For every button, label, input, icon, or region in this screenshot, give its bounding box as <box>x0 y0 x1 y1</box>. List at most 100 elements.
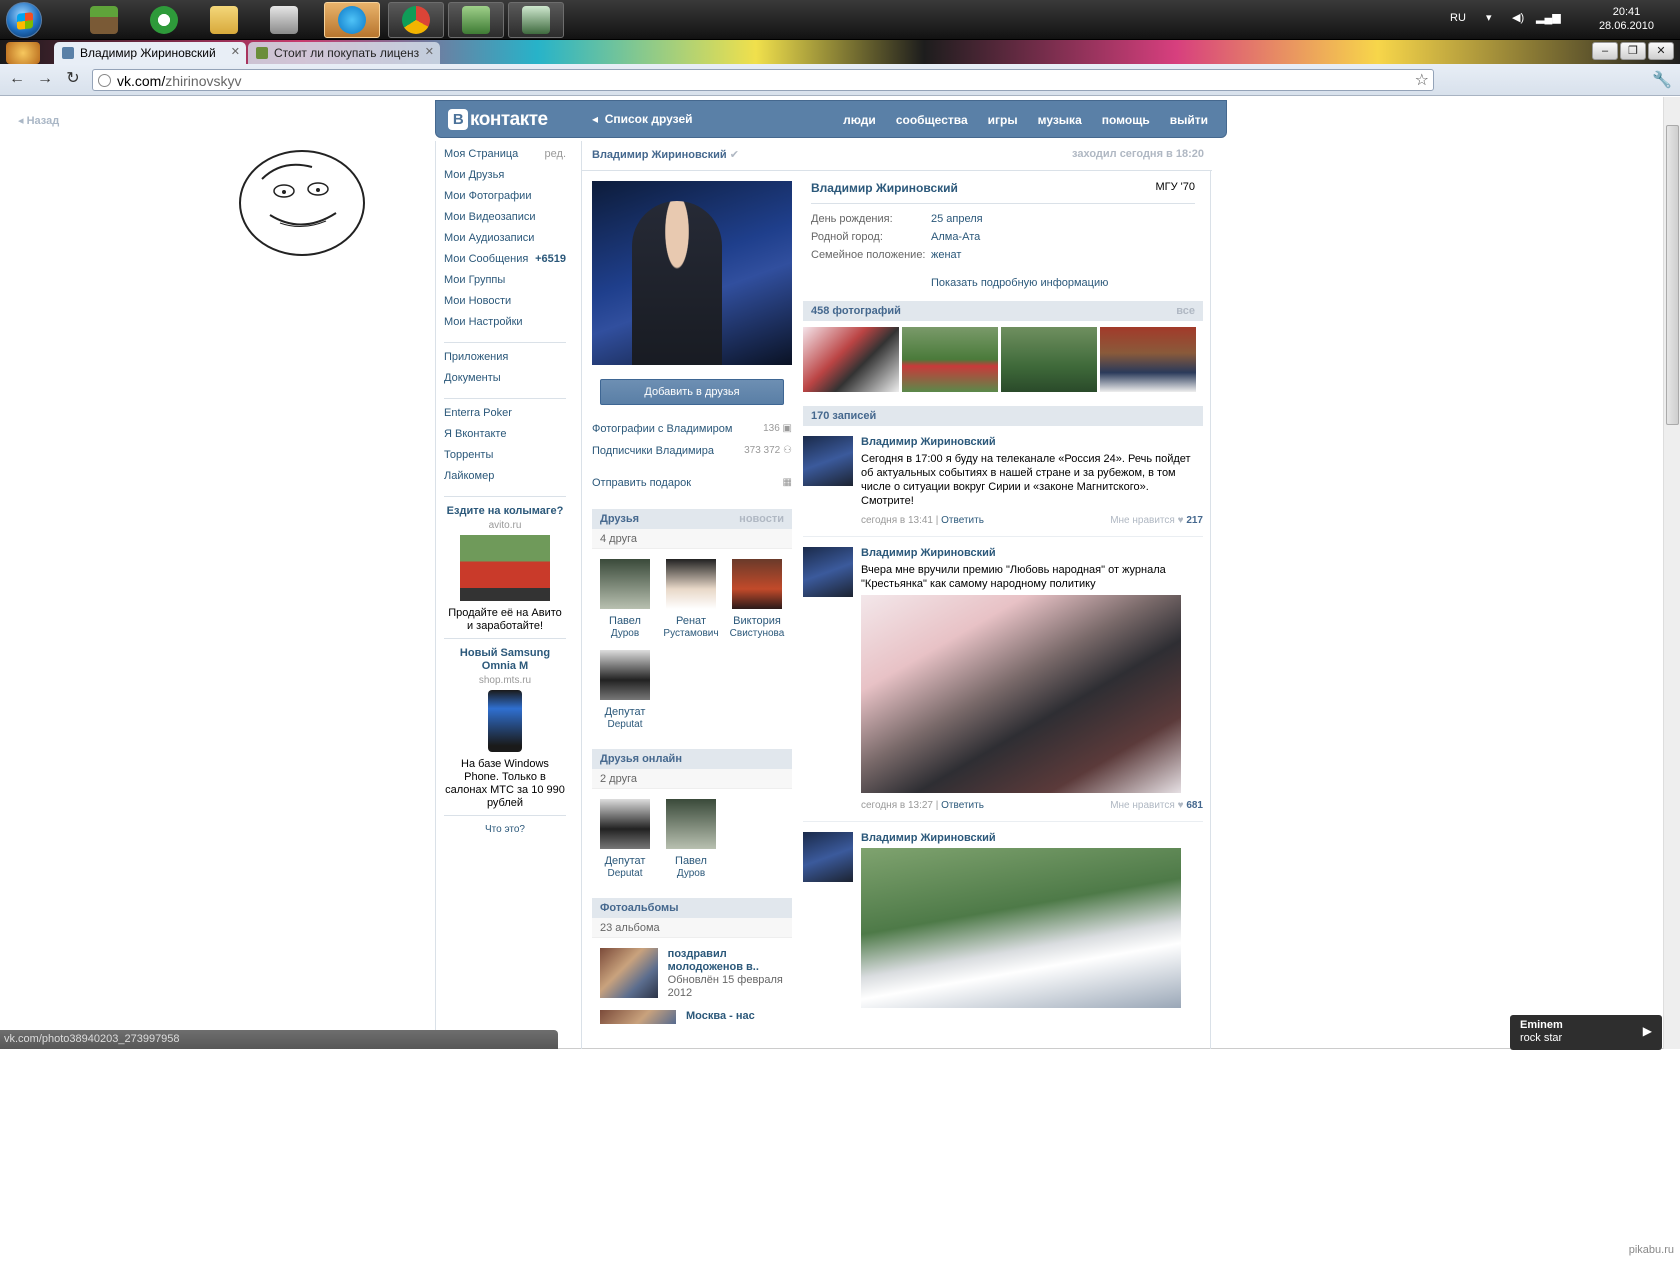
photo-thumb[interactable] <box>1100 327 1196 392</box>
page-scrollbar[interactable] <box>1663 97 1680 1049</box>
ad-mts[interactable]: Новый Samsung Omnia M shop.mts.ru На баз… <box>444 647 566 810</box>
album-item[interactable]: поздравил молодоженов в.. Обновлён 15 фев… <box>592 938 792 1010</box>
scrollbar-thumb[interactable] <box>1666 125 1679 425</box>
tray-arrow-icon[interactable]: ▾ <box>1486 11 1492 24</box>
photo-thumb[interactable] <box>1001 327 1097 392</box>
friend-name[interactable]: Ренат <box>658 615 724 628</box>
post-photo[interactable] <box>861 595 1181 793</box>
post-author[interactable]: Владимир Жириновский <box>861 832 1203 844</box>
taskbar-aimp[interactable] <box>256 2 312 38</box>
nav-help[interactable]: помощь <box>1102 113 1150 127</box>
friend-avatar[interactable] <box>666 799 716 849</box>
post-time[interactable]: сегодня в 13:41 <box>861 515 933 526</box>
reply-link[interactable]: Ответить <box>941 800 984 811</box>
taskbar-explorer[interactable] <box>196 2 252 38</box>
bookmark-star-icon[interactable]: ☆ <box>1415 70 1429 90</box>
friend-item[interactable]: Ренат Рустамович <box>658 559 724 640</box>
play-icon[interactable]: ▶ <box>1643 1025 1652 1038</box>
menu-audio[interactable]: Мои Аудиозаписи <box>444 232 566 253</box>
albums-header[interactable]: Фотоальбомы <box>592 898 792 918</box>
menu-news[interactable]: Мои Новости <box>444 295 566 316</box>
menu-ya-vkontakte[interactable]: Я Вконтакте <box>444 428 566 449</box>
post-author[interactable]: Владимир Жириновский <box>861 547 1203 559</box>
send-gift-link[interactable]: Отправить подарок ▦ <box>592 477 792 499</box>
forward-icon[interactable]: → <box>34 70 56 90</box>
friend-name[interactable]: Павел <box>592 615 658 628</box>
minimize-icon[interactable]: – <box>1592 42 1618 60</box>
taskbar-skype[interactable] <box>324 2 380 38</box>
info-value[interactable]: 25 апреля <box>931 213 983 231</box>
friend-item[interactable]: Депутат Deputat <box>592 799 658 880</box>
friend-surname[interactable]: Дуров <box>592 628 658 640</box>
like-button[interactable]: Мне нравится ♥ 217 <box>1110 515 1203 526</box>
profile-university[interactable]: МГУ '70 <box>1156 181 1196 195</box>
volume-icon[interactable]: ◀) <box>1512 11 1524 24</box>
friend-surname[interactable]: Deputat <box>592 868 658 880</box>
post-photo[interactable] <box>861 848 1181 1008</box>
tab-license[interactable]: Стоит ли покупать лиценз ✕ <box>248 42 440 64</box>
reply-link[interactable]: Ответить <box>941 515 984 526</box>
tab-vk[interactable]: Владимир Жириновский ✕ <box>54 42 246 64</box>
nav-logout[interactable]: выйти <box>1170 113 1208 127</box>
edit-link[interactable]: ред. <box>545 148 566 169</box>
vk-logo[interactable]: Вконтакте <box>448 109 548 131</box>
friend-surname[interactable]: Deputat <box>592 719 658 731</box>
friend-item[interactable]: Павел Дуров <box>592 559 658 640</box>
friend-surname[interactable]: Свистунова <box>724 628 790 640</box>
friend-surname[interactable]: Рустамович <box>658 628 724 640</box>
friends-news-link[interactable]: новости <box>739 513 784 525</box>
friends-header[interactable]: Друзья новости <box>592 509 792 529</box>
nav-people[interactable]: люди <box>843 113 876 127</box>
ad-title[interactable]: Ездите на колымаге? <box>444 505 566 518</box>
friend-name[interactable]: Павел <box>658 855 724 868</box>
taskbar-utorrent[interactable] <box>136 2 192 38</box>
online-friends-header[interactable]: Друзья онлайн <box>592 749 792 769</box>
friend-surname[interactable]: Дуров <box>658 868 724 880</box>
start-button[interactable] <box>6 2 42 38</box>
friend-avatar[interactable] <box>600 799 650 849</box>
back-link[interactable]: ◂ Назад <box>18 114 59 127</box>
menu-messages[interactable]: Мои Сообщения +6519 <box>444 253 566 274</box>
ad-car-image[interactable] <box>460 535 550 601</box>
friend-item[interactable]: Павел Дуров <box>658 799 724 880</box>
address-bar[interactable]: vk.com/zhirinovskyv ☆ <box>92 69 1434 91</box>
friend-item[interactable]: Виктория Свистунова <box>724 559 790 640</box>
friend-name[interactable]: Депутат <box>592 706 658 719</box>
reload-icon[interactable]: ↻ <box>62 70 84 90</box>
add-friend-button[interactable]: Добавить в друзья <box>600 379 784 405</box>
profile-avatar-photo[interactable] <box>592 181 792 365</box>
album-title[interactable]: Москва - нас <box>686 1010 755 1023</box>
clock[interactable]: 20:41 28.06.2010 <box>1599 5 1654 33</box>
signal-icon[interactable]: ▂▄▆ <box>1536 11 1561 24</box>
browser-menu-icon[interactable] <box>6 42 40 64</box>
maximize-icon[interactable]: ❐ <box>1620 42 1646 60</box>
photo-thumb[interactable] <box>902 327 998 392</box>
like-button[interactable]: Мне нравится ♥ 681 <box>1110 800 1203 811</box>
post-author-avatar[interactable] <box>803 436 853 486</box>
back-icon[interactable]: ← <box>6 70 28 90</box>
album-cover[interactable] <box>600 948 658 998</box>
menu-friends[interactable]: Мои Друзья <box>444 169 566 190</box>
menu-my-page[interactable]: Моя Страница ред. <box>444 148 566 169</box>
menu-enterra-poker[interactable]: Enterra Poker <box>444 407 566 428</box>
ad-phone-image[interactable] <box>488 690 522 752</box>
nav-music[interactable]: музыка <box>1038 113 1082 127</box>
what-is-this-link[interactable]: Что это? <box>444 824 566 835</box>
page-info-icon[interactable] <box>98 74 111 87</box>
photos-all-link[interactable]: все <box>1176 305 1195 317</box>
info-value[interactable]: женат <box>931 249 961 267</box>
taskbar-chrome[interactable] <box>388 2 444 38</box>
taskbar-network[interactable] <box>448 2 504 38</box>
nav-communities[interactable]: сообщества <box>896 113 968 127</box>
photos-header[interactable]: 458 фотографий все <box>803 301 1203 321</box>
menu-likemeter[interactable]: Лайкомер <box>444 470 566 491</box>
wall-header[interactable]: 170 записей <box>803 406 1203 426</box>
taskbar-monitor[interactable] <box>508 2 564 38</box>
menu-docs[interactable]: Документы <box>444 372 566 393</box>
friend-item[interactable]: Депутат Deputat <box>592 650 658 731</box>
post-author-avatar[interactable] <box>803 547 853 597</box>
friend-name[interactable]: Виктория <box>724 615 790 628</box>
show-more-info-link[interactable]: Показать подробную информацию <box>811 277 1195 299</box>
ad-avito[interactable]: Ездите на колымаге? avito.ru Продайте её… <box>444 505 566 633</box>
friend-avatar[interactable] <box>600 650 650 700</box>
